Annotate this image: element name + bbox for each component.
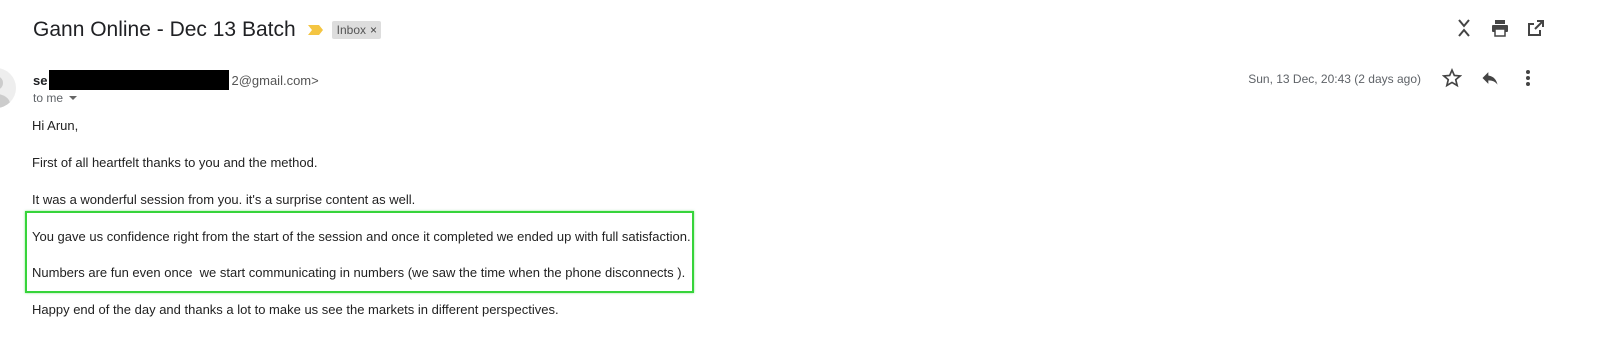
label-chip-text: Inbox xyxy=(336,23,367,37)
reply-icon[interactable] xyxy=(1480,68,1500,88)
more-vert-icon[interactable] xyxy=(1518,68,1538,88)
email-subject: Gann Online - Dec 13 Batch xyxy=(33,18,296,41)
highlight-annotation-box xyxy=(25,211,694,293)
recipient-details-toggle[interactable]: to me xyxy=(33,91,78,105)
importance-marker-icon[interactable] xyxy=(307,23,324,37)
collapse-all-icon[interactable] xyxy=(1454,18,1474,38)
email-subject-row: Gann Online - Dec 13 Batch Inbox × xyxy=(33,14,382,46)
redaction-bar xyxy=(49,70,230,90)
sender-email: 2@gmail.com> xyxy=(231,72,319,88)
email-body-paragraph: It was a wonderful session from you. it'… xyxy=(32,192,416,207)
sender-row: se 2@gmail.com> xyxy=(33,70,319,90)
message-actions xyxy=(1442,68,1538,88)
sender-name[interactable]: se xyxy=(33,73,47,88)
label-chip-inbox[interactable]: Inbox × xyxy=(331,21,382,39)
email-body-paragraph: First of all heartfelt thanks to you and… xyxy=(32,155,318,170)
star-icon[interactable] xyxy=(1442,68,1462,88)
email-greeting: Hi Arun, xyxy=(32,118,79,133)
recipient-label: to me xyxy=(33,91,64,105)
avatar xyxy=(0,68,16,108)
chevron-down-icon[interactable] xyxy=(69,96,78,100)
message-date: Sun, 13 Dec, 20:43 (2 days ago) xyxy=(1248,72,1421,86)
print-icon[interactable] xyxy=(1490,18,1510,38)
thread-actions xyxy=(1454,18,1546,38)
remove-label-icon[interactable]: × xyxy=(370,23,377,37)
email-body-paragraph: Happy end of the day and thanks a lot to… xyxy=(32,302,559,317)
open-in-new-window-icon[interactable] xyxy=(1526,18,1546,38)
